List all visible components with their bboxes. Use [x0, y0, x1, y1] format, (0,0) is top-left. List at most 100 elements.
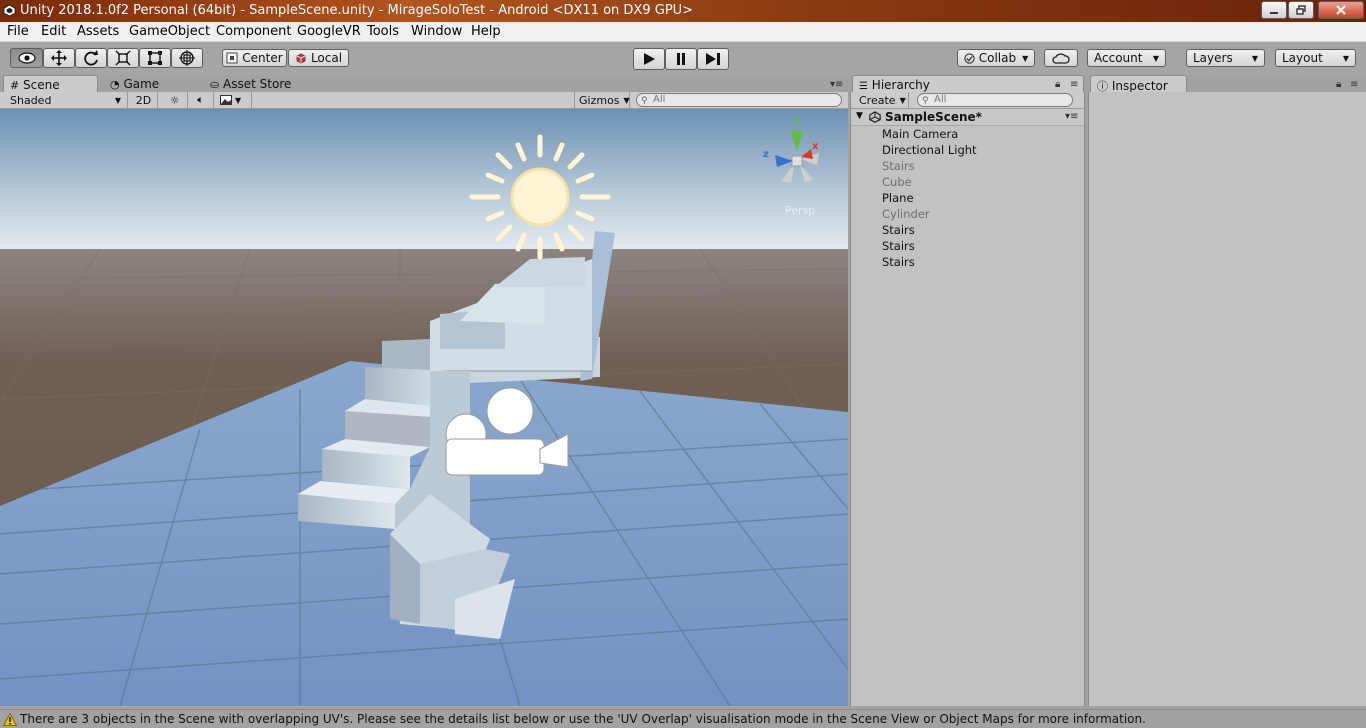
- step-icon: [706, 53, 720, 65]
- scene-tabbar: # Scene ◔ Game ⛀ Asset Store ▾≡: [0, 75, 848, 93]
- scene-name: SampleScene*: [885, 110, 982, 124]
- lock-icon[interactable]: 🔒︎: [1055, 79, 1060, 90]
- inspector-panel: [1088, 92, 1366, 706]
- rect-tool-button[interactable]: [139, 48, 171, 68]
- pivot-local-button[interactable]: Local: [288, 49, 349, 67]
- tab-asset-store[interactable]: ⛀ Asset Store: [204, 75, 297, 93]
- account-label: Account: [1094, 51, 1143, 65]
- eye-icon: [17, 52, 36, 64]
- shopping-bag-icon: ⛀: [210, 78, 220, 91]
- scene-root-row[interactable]: ▼ SampleScene* ▾≡: [851, 109, 1084, 126]
- hand-tool-button[interactable]: [10, 48, 43, 68]
- status-bar[interactable]: There are 3 objects in the Scene with ov…: [0, 709, 1366, 728]
- menu-edit[interactable]: Edit: [41, 24, 66, 39]
- local-space-icon: [296, 53, 306, 64]
- axis-label-y: y: [793, 115, 800, 126]
- speaker-icon: 🔈︎: [197, 93, 204, 106]
- panel-menu-icon[interactable]: ≡: [1070, 79, 1078, 90]
- hierarchy-item[interactable]: Cube: [882, 175, 912, 191]
- hierarchy-item[interactable]: Main Camera: [882, 127, 958, 143]
- list-icon: ☰: [859, 81, 868, 92]
- move-tool-button[interactable]: [43, 48, 75, 68]
- dropdown-arrow-icon: ▼: [1342, 53, 1349, 63]
- panel-menu-icon[interactable]: ▾≡: [830, 79, 843, 90]
- restore-icon: [1296, 5, 1306, 15]
- scale-icon: [115, 50, 131, 66]
- lock-icon[interactable]: 🔒︎: [1336, 79, 1341, 90]
- menu-bar: File Edit Assets GameObject Component Go…: [0, 22, 1366, 42]
- sun-icon: ☼: [169, 93, 180, 107]
- menu-component[interactable]: Component: [216, 24, 291, 39]
- pivot-center-button[interactable]: Center: [222, 49, 287, 67]
- tab-hierarchy[interactable]: ☰ Hierarchy: [852, 75, 1084, 93]
- effects-dropdown[interactable]: ▼: [216, 92, 252, 108]
- grid-icon: #: [10, 79, 20, 92]
- scene-viewport[interactable]: y x z Persp: [0, 109, 848, 706]
- panel-menu-icon[interactable]: ≡: [1350, 79, 1358, 90]
- layers-dropdown[interactable]: Layers ▼: [1186, 49, 1265, 67]
- shading-mode-dropdown[interactable]: Shaded ▼: [0, 92, 128, 108]
- minimize-button[interactable]: [1261, 1, 1287, 19]
- hierarchy-search-input[interactable]: ⚲ All: [917, 93, 1073, 107]
- check-circle-icon: [964, 52, 975, 64]
- tab-game[interactable]: ◔ Game: [104, 75, 165, 93]
- menu-gameobject[interactable]: GameObject: [129, 24, 210, 39]
- menu-file[interactable]: File: [7, 24, 29, 39]
- menu-assets[interactable]: Assets: [77, 24, 119, 39]
- create-dropdown[interactable]: Create ▼: [855, 92, 909, 108]
- dropdown-arrow-icon: ▼: [1022, 53, 1029, 63]
- gizmos-dropdown[interactable]: Gizmos ▼: [574, 92, 630, 108]
- scene-search-input[interactable]: ⚲ All: [636, 93, 842, 107]
- transform-icon: [179, 50, 195, 66]
- collab-dropdown[interactable]: Collab ▼: [957, 49, 1035, 67]
- pause-button[interactable]: [665, 48, 697, 70]
- dropdown-arrow-icon: ▼: [899, 95, 906, 105]
- play-button[interactable]: [633, 48, 665, 70]
- scene-audio-toggle[interactable]: 🔈︎: [188, 92, 214, 108]
- hierarchy-item[interactable]: Stairs: [882, 255, 915, 271]
- layers-label: Layers: [1193, 51, 1233, 65]
- toggle-2d-button[interactable]: 2D: [130, 92, 158, 108]
- dropdown-arrow-icon: ▼: [235, 95, 242, 105]
- axis-label-z: z: [763, 149, 769, 160]
- step-button[interactable]: [697, 48, 729, 70]
- hierarchy-item[interactable]: Plane: [882, 191, 914, 207]
- menu-googlevr[interactable]: GoogleVR: [297, 24, 361, 39]
- scale-tool-button[interactable]: [107, 48, 139, 68]
- hierarchy-item[interactable]: Stairs: [882, 239, 915, 255]
- axis-label-x: x: [812, 141, 819, 152]
- transform-tool-button[interactable]: [171, 48, 203, 68]
- hierarchy-item[interactable]: Stairs: [882, 159, 915, 175]
- menu-window[interactable]: Window: [411, 24, 462, 39]
- scene-menu-icon[interactable]: ▾≡: [1065, 111, 1078, 122]
- inspector-tabbar: ⓘ Inspector 🔒︎ ≡: [1088, 75, 1366, 93]
- tab-inspector[interactable]: ⓘ Inspector: [1090, 75, 1187, 93]
- search-icon: ⚲: [922, 96, 929, 106]
- cloud-button[interactable]: [1044, 49, 1078, 67]
- scene-lighting-toggle[interactable]: ☼: [162, 92, 188, 108]
- rotate-tool-button[interactable]: [75, 48, 107, 68]
- dropdown-arrow-icon: ▼: [1152, 53, 1159, 63]
- menu-tools[interactable]: Tools: [367, 24, 399, 39]
- hierarchy-toolbar: Create ▼ ⚲ All: [851, 92, 1084, 109]
- layout-dropdown[interactable]: Layout ▼: [1275, 49, 1356, 67]
- hierarchy-tabbar: ☰ Hierarchy 🔒︎ ≡: [850, 75, 1085, 93]
- scene-toolbar: Shaded ▼ 2D ☼ 🔈︎ ▼ Gizmos ▼ ⚲ All: [0, 92, 848, 109]
- projection-label[interactable]: Persp: [785, 204, 815, 217]
- play-icon: [644, 53, 655, 65]
- maximize-button[interactable]: [1288, 1, 1314, 19]
- expand-arrow-icon[interactable]: ▼: [856, 111, 863, 121]
- hierarchy-item[interactable]: Stairs: [882, 223, 915, 239]
- move-arrows-icon: [51, 50, 67, 66]
- tab-scene[interactable]: # Scene: [3, 75, 98, 93]
- hierarchy-item[interactable]: Cylinder: [882, 207, 930, 223]
- pause-icon: [677, 53, 685, 65]
- close-icon: [1336, 5, 1346, 15]
- account-dropdown[interactable]: Account ▼: [1087, 49, 1166, 67]
- search-icon: ⚲: [641, 96, 648, 106]
- menu-help[interactable]: Help: [471, 24, 501, 39]
- close-button[interactable]: [1318, 1, 1364, 19]
- status-message: There are 3 objects in the Scene with ov…: [20, 712, 1146, 726]
- main-toolbar: Center Local Collab ▼ Account ▼ Layers ▼…: [0, 42, 1366, 76]
- hierarchy-item[interactable]: Directional Light: [882, 143, 977, 159]
